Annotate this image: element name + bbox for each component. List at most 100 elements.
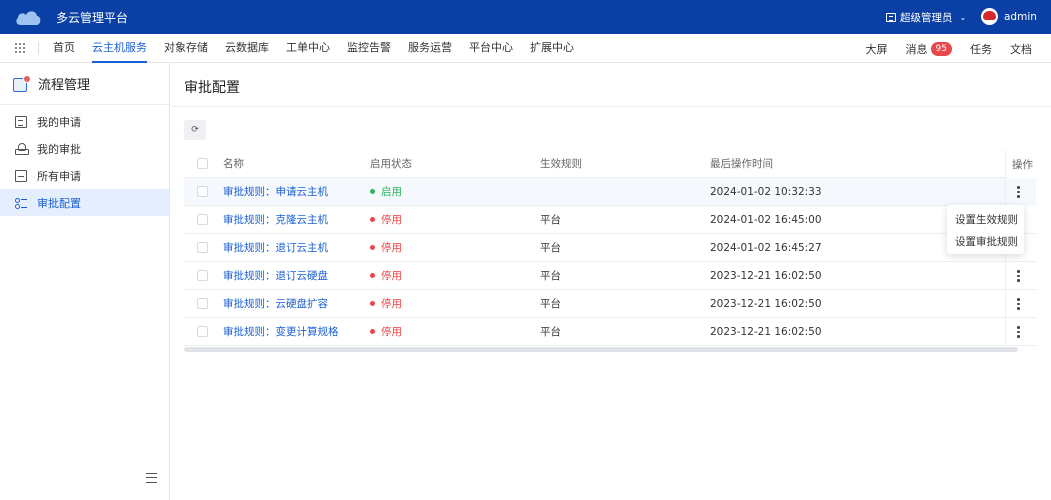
status-cell: 停用 [370, 240, 402, 255]
nav-item[interactable]: 首页 [53, 34, 75, 63]
sidebar-menu: 我的申请我的审批 所有申请审批配置 [0, 105, 169, 216]
horizontal-scrollbar[interactable] [184, 347, 1018, 352]
nav-item[interactable]: 工单中心 [286, 34, 330, 63]
status-text: 启用 [381, 186, 402, 198]
cloud-logo-icon [16, 11, 41, 25]
more-actions-icon[interactable] [1017, 298, 1020, 310]
rule-name-link[interactable]: 审批规则：克隆云主机 [223, 212, 328, 227]
user-menu[interactable]: admin [981, 8, 1037, 25]
sidebar-item-label: 审批配置 [37, 196, 81, 210]
rule-name-link[interactable]: 审批规则：申请云主机 [223, 184, 328, 199]
status-cell: 停用 [370, 268, 402, 283]
row-checkbox[interactable] [197, 214, 208, 225]
app-title: 多云管理平台 [56, 11, 129, 25]
nav-item[interactable]: 云主机服务 [92, 34, 147, 63]
nav-item[interactable]: 云数据库 [225, 34, 269, 63]
nav-item[interactable]: 对象存储 [164, 34, 208, 63]
sidebar-header: 流程管理 [0, 63, 169, 105]
status-text: 停用 [381, 242, 402, 254]
row-actions-menu: 设置生效规则 设置审批规则 [947, 205, 1024, 254]
chevron-down-icon: ⌄ [959, 13, 967, 22]
nav-item[interactable]: 平台中心 [469, 34, 513, 63]
rule-name-link[interactable]: 审批规则：变更计算规格 [223, 324, 339, 339]
status-dot [370, 245, 375, 250]
time-cell: 2023-12-21 16:02:50 [710, 325, 822, 338]
username: admin [1004, 10, 1037, 23]
op-cell [1005, 290, 1036, 318]
time-cell: 2024-01-02 16:45:00 [710, 213, 822, 226]
sidebar-item[interactable]: 审批配置 [0, 189, 169, 216]
status-dot [370, 217, 375, 222]
nav-items: 首页 云主机服务 对象存储 云数据库 工单中心 监控告警 服务运营 平台中心 扩展中心 [53, 34, 591, 63]
nav-divider [38, 42, 39, 55]
nav-tasks-link[interactable]: 任务 [970, 41, 992, 57]
row-checkbox[interactable] [197, 298, 208, 309]
status-dot [370, 189, 375, 194]
set-approval-rule-menu-item[interactable]: 设置审批规则 [947, 231, 1024, 253]
rule-name-link[interactable]: 审批规则：退订云主机 [223, 240, 328, 255]
role-switcher[interactable]: 超级管理员 ⌄ [886, 10, 966, 25]
rule-cell: 平台 [540, 270, 561, 282]
table-row: 审批规则：变更计算规格 停用 平台 2023-12-21 16:02:50 [184, 318, 1036, 346]
role-card-icon [886, 13, 896, 22]
row-checkbox[interactable] [197, 242, 208, 253]
status-text: 停用 [381, 326, 402, 338]
my-request-icon [15, 115, 27, 128]
rule-cell: 平台 [540, 298, 561, 310]
table-body: 审批规则：申请云主机 启用 2024-01-02 10:32:33 审批规则：克隆云主… [184, 178, 1036, 346]
main-nav: 首页 云主机服务 对象存储 云数据库 工单中心 监控告警 服务运营 平台中心 扩展中心 大屏 消… [0, 34, 1051, 63]
nav-item[interactable]: 监控告警 [347, 34, 391, 63]
nav-messages-link[interactable]: 消息 95 [906, 41, 952, 57]
status-text: 停用 [381, 298, 402, 310]
table-row: 审批规则：退订云主机 停用 平台 2024-01-02 16:45:27 [184, 234, 1036, 262]
workflow-icon [13, 75, 31, 92]
messages-label: 消息 [905, 42, 928, 56]
more-actions-icon[interactable] [1017, 326, 1020, 338]
rule-name-link[interactable]: 审批规则：退订云硬盘 [223, 268, 328, 283]
sidebar-item[interactable]: 我的申请 [0, 108, 169, 135]
sidebar-item[interactable]: 我的审批 [0, 135, 169, 162]
table-row: 审批规则：克隆云主机 停用 平台 2024-01-02 16:45:00 [184, 206, 1036, 234]
refresh-icon: ⟳ [191, 125, 199, 135]
sidebar-item[interactable]: 所有申请 [0, 162, 169, 189]
status-dot [370, 329, 375, 334]
status-cell: 启用 [370, 184, 402, 199]
status-text: 停用 [381, 214, 402, 226]
app-grid-icon[interactable] [15, 43, 25, 53]
more-actions-icon[interactable] [1017, 270, 1020, 282]
rule-name-link[interactable]: 审批规则：云硬盘扩容 [223, 296, 328, 311]
set-effective-rule-menu-item[interactable]: 设置生效规则 [947, 209, 1024, 231]
rule-cell: 平台 [540, 242, 561, 254]
row-checkbox[interactable] [197, 270, 208, 281]
table-row: 审批规则：退订云硬盘 停用 平台 2023-12-21 16:02:50 [184, 262, 1036, 290]
list-icon [15, 197, 27, 209]
row-checkbox[interactable] [197, 186, 208, 197]
rule-cell: 平台 [540, 326, 561, 338]
select-all-checkbox[interactable] [197, 158, 208, 169]
time-cell: 2023-12-21 16:02:50 [710, 269, 822, 282]
message-count-badge: 95 [930, 41, 952, 56]
status-dot [370, 273, 375, 278]
col-name-header: 名称 [223, 158, 244, 170]
refresh-button[interactable]: ⟳ [184, 120, 206, 140]
top-header: 多云管理平台 超级管理员 ⌄ admin [0, 0, 1051, 34]
more-actions-icon[interactable] [1017, 186, 1020, 198]
stamp-icon [15, 142, 29, 155]
sidebar-item-label: 我的申请 [37, 115, 81, 129]
collapse-sidebar-icon[interactable] [146, 473, 157, 483]
nav-item[interactable]: 服务运营 [408, 34, 452, 63]
col-status-header: 启用状态 [370, 158, 412, 170]
nav-right: 大屏 消息 95 任务 文档 [848, 34, 1032, 63]
status-cell: 停用 [370, 324, 402, 339]
col-rule-header: 生效规则 [540, 158, 582, 170]
status-cell: 停用 [370, 296, 402, 311]
page-title: 审批配置 [184, 80, 240, 96]
nav-item[interactable]: 扩展中心 [530, 34, 574, 63]
time-cell: 2024-01-02 16:45:27 [710, 241, 822, 254]
row-checkbox[interactable] [197, 326, 208, 337]
op-cell [1005, 318, 1036, 346]
nav-screen-link[interactable]: 大屏 [866, 41, 888, 57]
status-cell: 停用 [370, 212, 402, 227]
nav-docs-link[interactable]: 文档 [1010, 41, 1032, 57]
status-dot [370, 301, 375, 306]
